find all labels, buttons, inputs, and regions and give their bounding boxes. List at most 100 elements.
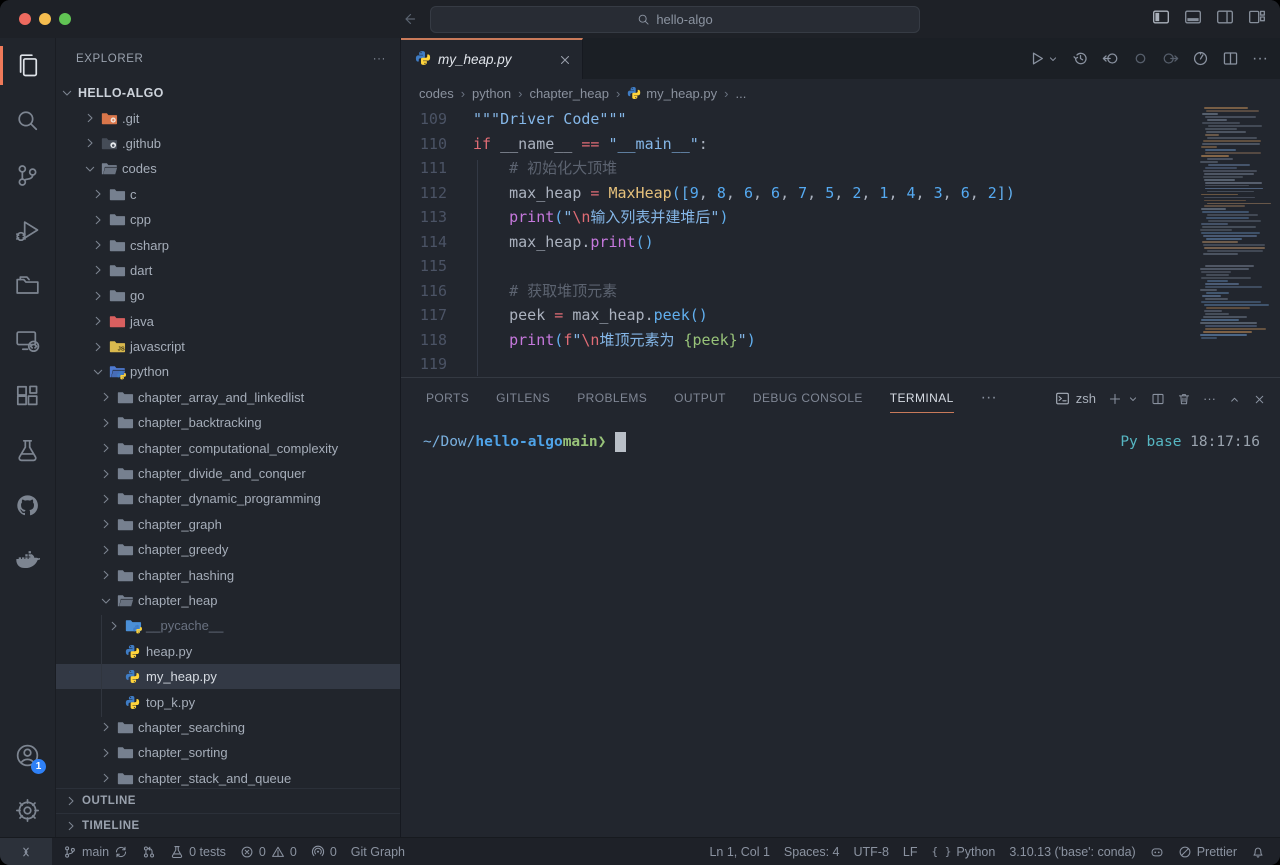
- terminal-shell-selector[interactable]: zsh: [1055, 391, 1096, 406]
- minimap[interactable]: [1200, 107, 1272, 342]
- panel-more-actions-icon[interactable]: ···: [1203, 391, 1216, 406]
- editor-more-actions-icon[interactable]: ···: [1252, 50, 1268, 68]
- run-python-file-button[interactable]: [1028, 50, 1059, 67]
- split-editor-icon[interactable]: [1222, 50, 1239, 67]
- tree-item-chapter-stack-and-queue[interactable]: chapter_stack_and_queue: [56, 766, 400, 788]
- accounts-activity-icon[interactable]: 1: [0, 728, 55, 783]
- tree-item-cpp[interactable]: cpp: [56, 207, 400, 232]
- search-activity-icon[interactable]: [0, 93, 55, 148]
- status-copilot[interactable]: [1143, 845, 1171, 859]
- tree-item-chapter-graph[interactable]: chapter_graph: [56, 512, 400, 537]
- extensions-activity-icon[interactable]: [0, 368, 55, 423]
- new-terminal-icon[interactable]: [1108, 390, 1122, 406]
- tree-item-go[interactable]: go: [56, 283, 400, 308]
- tree-item-codes[interactable]: codes: [56, 156, 400, 181]
- timeline-section[interactable]: TIMELINE: [56, 813, 400, 838]
- code-editor[interactable]: 109"""Driver Code"""110if __name__ == "_…: [401, 107, 1280, 377]
- tree-root-hello-algo[interactable]: HELLO-ALGO: [56, 80, 400, 105]
- outline-section[interactable]: OUTLINE: [56, 788, 400, 813]
- status-notifications[interactable]: [1244, 845, 1272, 859]
- toggle-secondary-sidebar-icon[interactable]: [1216, 8, 1234, 26]
- breadcrumb-my-heap-py[interactable]: my_heap.py: [627, 86, 717, 101]
- panel-more-tabs-icon[interactable]: ···: [981, 389, 997, 407]
- tree-item-chapter-computational-complexity[interactable]: chapter_computational_complexity: [56, 435, 400, 460]
- breadcrumb-codes[interactable]: codes: [419, 86, 454, 101]
- tree-item-python[interactable]: python: [56, 359, 400, 384]
- terminal[interactable]: ~/Dow/hello-algo main ❯Py base 18:17:16: [401, 418, 1280, 838]
- testing-activity-icon[interactable]: [0, 423, 55, 478]
- close-tab-icon[interactable]: [558, 52, 572, 67]
- split-terminal-icon[interactable]: [1151, 390, 1165, 406]
- tree-item-chapter-backtracking[interactable]: chapter_backtracking: [56, 410, 400, 435]
- tree-item-chapter-searching[interactable]: chapter_searching: [56, 715, 400, 740]
- status-prettier[interactable]: Prettier: [1171, 845, 1244, 859]
- breadcrumb--[interactable]: ...: [735, 86, 746, 101]
- tree-item-chapter-hashing[interactable]: chapter_hashing: [56, 562, 400, 587]
- tree-item-dart[interactable]: dart: [56, 258, 400, 283]
- status-tests[interactable]: 0 tests: [163, 838, 233, 865]
- status-eol[interactable]: LF: [896, 845, 925, 859]
- toggle-primary-sidebar-icon[interactable]: [1152, 8, 1170, 26]
- settings-activity-icon[interactable]: [0, 783, 55, 838]
- panel-tab-ports[interactable]: PORTS: [426, 378, 469, 418]
- tree-item-javascript[interactable]: JSjavascript: [56, 334, 400, 359]
- tree-item-heap-py[interactable]: heap.py: [56, 639, 400, 664]
- gitlens-heatmap-icon[interactable]: [1192, 50, 1209, 67]
- breadcrumb-python[interactable]: python: [472, 86, 511, 101]
- tree-item-chapter-array-and-linkedlist[interactable]: chapter_array_and_linkedlist: [56, 385, 400, 410]
- explorer-more-actions-icon[interactable]: ···: [373, 53, 386, 65]
- explorer-activity-icon[interactable]: [0, 38, 55, 93]
- tree-item-top-k-py[interactable]: top_k.py: [56, 689, 400, 714]
- breadcrumb-chapter-heap[interactable]: chapter_heap: [529, 86, 609, 101]
- run-options-chevron-icon[interactable]: [1047, 53, 1059, 65]
- status-git-graph[interactable]: Git Graph: [344, 838, 412, 865]
- run-debug-activity-icon[interactable]: [0, 203, 55, 258]
- tree-item-chapter-sorting[interactable]: chapter_sorting: [56, 740, 400, 765]
- navigate-back-icon[interactable]: [401, 11, 417, 27]
- github-activity-icon[interactable]: [0, 478, 55, 533]
- remote-explorer-activity-icon[interactable]: [0, 313, 55, 368]
- close-panel-icon[interactable]: [1253, 390, 1266, 405]
- tree-item--github[interactable]: .github: [56, 131, 400, 156]
- tree-item-my-heap-py[interactable]: my_heap.py: [56, 664, 400, 689]
- minimize-window-button[interactable]: [39, 13, 51, 25]
- panel-tab-output[interactable]: OUTPUT: [674, 378, 726, 418]
- status-cursor-position[interactable]: Ln 1, Col 1: [702, 845, 776, 859]
- tree-item--git[interactable]: .git: [56, 105, 400, 130]
- tree-item-chapter-greedy[interactable]: chapter_greedy: [56, 537, 400, 562]
- source-control-activity-icon[interactable]: [0, 148, 55, 203]
- docker-activity-icon[interactable]: [0, 533, 55, 588]
- tree-item-chapter-heap[interactable]: chapter_heap: [56, 588, 400, 613]
- toggle-panel-icon[interactable]: [1184, 8, 1202, 26]
- customize-layout-icon[interactable]: [1248, 8, 1266, 26]
- previous-change-icon[interactable]: [1102, 50, 1119, 67]
- file-history-icon[interactable]: [1072, 50, 1089, 67]
- panel-tab-problems[interactable]: PROBLEMS: [577, 378, 647, 418]
- project-manager-activity-icon[interactable]: [0, 258, 55, 313]
- panel-tab-debug-console[interactable]: DEBUG CONSOLE: [753, 378, 863, 418]
- status-indentation[interactable]: Spaces: 4: [777, 845, 847, 859]
- tree-item--pycache-[interactable]: __pycache__: [56, 613, 400, 638]
- status-git-compare[interactable]: [135, 838, 163, 865]
- maximize-panel-icon[interactable]: [1228, 390, 1241, 405]
- status-language-mode[interactable]: { }Python: [925, 845, 1003, 859]
- panel-tab-terminal[interactable]: TERMINAL: [890, 378, 954, 418]
- tree-item-java[interactable]: java: [56, 309, 400, 334]
- command-center-search[interactable]: hello-algo: [430, 6, 920, 33]
- zoom-window-button[interactable]: [59, 13, 71, 25]
- next-change-icon[interactable]: [1162, 50, 1179, 67]
- status-python-interpreter[interactable]: 3.10.13 ('base': conda): [1002, 845, 1142, 859]
- tree-item-c[interactable]: c: [56, 182, 400, 207]
- panel-tab-gitlens[interactable]: GITLENS: [496, 378, 550, 418]
- status-feedback[interactable]: 0: [304, 838, 344, 865]
- kill-terminal-icon[interactable]: [1177, 390, 1191, 406]
- close-window-button[interactable]: [19, 13, 31, 25]
- tree-item-chapter-dynamic-programming[interactable]: chapter_dynamic_programming: [56, 486, 400, 511]
- status-problems[interactable]: 00: [233, 838, 304, 865]
- tree-item-csharp[interactable]: csharp: [56, 232, 400, 257]
- status-encoding[interactable]: UTF-8: [847, 845, 896, 859]
- tree-item-chapter-divide-and-conquer[interactable]: chapter_divide_and_conquer: [56, 461, 400, 486]
- status-git-branch[interactable]: main: [56, 838, 135, 865]
- status-remote[interactable]: [0, 838, 52, 865]
- tab-my-heap-py[interactable]: my_heap.py: [401, 38, 583, 79]
